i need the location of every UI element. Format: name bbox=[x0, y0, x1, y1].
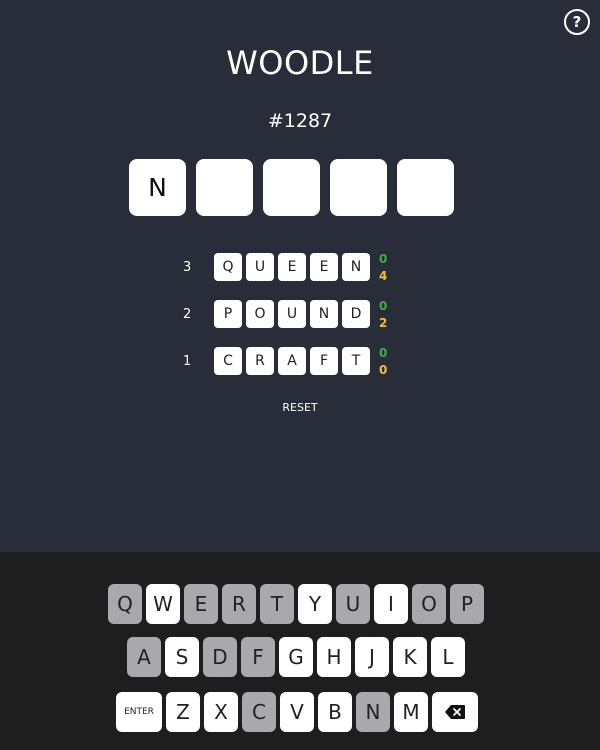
key-t[interactable]: T bbox=[260, 584, 294, 624]
guess-tile: N bbox=[310, 300, 338, 328]
guess-tile: E bbox=[278, 253, 306, 281]
guess-tile: E bbox=[310, 253, 338, 281]
guess-score: 0 2 bbox=[379, 298, 387, 332]
input-tile bbox=[397, 159, 454, 216]
key-j[interactable]: J bbox=[355, 637, 389, 677]
yellow-count: 0 bbox=[379, 363, 388, 377]
input-tile: N bbox=[129, 159, 186, 216]
key-m[interactable]: M bbox=[394, 692, 428, 732]
backspace-button[interactable] bbox=[432, 692, 478, 732]
guess-tiles: Q U E E N bbox=[214, 253, 370, 281]
guess-tile: N bbox=[342, 253, 370, 281]
guess-tile: F bbox=[310, 347, 338, 375]
key-u[interactable]: U bbox=[336, 584, 370, 624]
guess-tile: C bbox=[214, 347, 242, 375]
yellow-count: 2 bbox=[379, 316, 388, 330]
guess-tile: A bbox=[278, 347, 306, 375]
key-o[interactable]: O bbox=[412, 584, 446, 624]
help-icon-glyph: ? bbox=[572, 12, 582, 31]
key-b[interactable]: B bbox=[318, 692, 352, 732]
key-c[interactable]: C bbox=[242, 692, 276, 732]
key-z[interactable]: Z bbox=[166, 692, 200, 732]
backspace-icon bbox=[445, 705, 465, 719]
key-e[interactable]: E bbox=[184, 584, 218, 624]
key-h[interactable]: H bbox=[317, 637, 351, 677]
guess-row: 2 P O U N D 0 2 bbox=[183, 299, 387, 330]
guess-history: 3 Q U E E N 0 4 2 P O U N D 0 2 1 C R A … bbox=[183, 252, 387, 394]
key-q[interactable]: Q bbox=[108, 584, 142, 624]
guess-tile: U bbox=[278, 300, 306, 328]
guess-tile: O bbox=[246, 300, 274, 328]
guess-tile: Q bbox=[214, 253, 242, 281]
page-title: WOODLE bbox=[226, 44, 374, 82]
key-l[interactable]: L bbox=[431, 637, 465, 677]
keyboard-row-2: A S D F G H J K L bbox=[127, 637, 465, 677]
guess-tile: R bbox=[246, 347, 274, 375]
green-count: 0 bbox=[379, 346, 388, 360]
puzzle-number: #1287 bbox=[267, 110, 333, 132]
key-r[interactable]: R bbox=[222, 584, 256, 624]
guess-row: 3 Q U E E N 0 4 bbox=[183, 252, 387, 283]
key-f[interactable]: F bbox=[241, 637, 275, 677]
guess-tiles: C R A F T bbox=[214, 347, 370, 375]
guess-score: 0 0 bbox=[379, 345, 387, 379]
reset-button[interactable]: RESET bbox=[0, 401, 600, 414]
guess-tile: U bbox=[246, 253, 274, 281]
yellow-count: 4 bbox=[379, 269, 388, 283]
guess-number: 1 bbox=[183, 353, 192, 369]
input-tile bbox=[263, 159, 320, 216]
guess-tiles: P O U N D bbox=[214, 300, 370, 328]
key-w[interactable]: W bbox=[146, 584, 180, 624]
key-p[interactable]: P bbox=[450, 584, 484, 624]
enter-button[interactable]: ENTER bbox=[116, 692, 162, 732]
key-i[interactable]: I bbox=[374, 584, 408, 624]
guess-tile: P bbox=[214, 300, 242, 328]
guess-row: 1 C R A F T 0 0 bbox=[183, 346, 387, 377]
input-tile bbox=[330, 159, 387, 216]
keyboard: Q W E R T Y U I O P A S D F G H J K L EN… bbox=[0, 552, 600, 750]
key-y[interactable]: Y bbox=[298, 584, 332, 624]
key-v[interactable]: V bbox=[280, 692, 314, 732]
current-input-row: N bbox=[129, 159, 454, 216]
guess-number: 2 bbox=[183, 306, 192, 322]
keyboard-row-1: Q W E R T Y U I O P bbox=[108, 584, 484, 624]
key-a[interactable]: A bbox=[127, 637, 161, 677]
guess-score: 0 4 bbox=[379, 251, 387, 285]
keyboard-row-3: ENTER Z X C V B N M bbox=[116, 692, 478, 732]
green-count: 0 bbox=[379, 299, 388, 313]
key-s[interactable]: S bbox=[165, 637, 199, 677]
guess-tile: T bbox=[342, 347, 370, 375]
key-x[interactable]: X bbox=[204, 692, 238, 732]
key-g[interactable]: G bbox=[279, 637, 313, 677]
key-d[interactable]: D bbox=[203, 637, 237, 677]
input-tile bbox=[196, 159, 253, 216]
guess-tile: D bbox=[342, 300, 370, 328]
green-count: 0 bbox=[379, 252, 388, 266]
guess-number: 3 bbox=[183, 259, 192, 275]
key-k[interactable]: K bbox=[393, 637, 427, 677]
help-icon[interactable]: ? bbox=[564, 9, 590, 35]
key-n[interactable]: N bbox=[356, 692, 390, 732]
